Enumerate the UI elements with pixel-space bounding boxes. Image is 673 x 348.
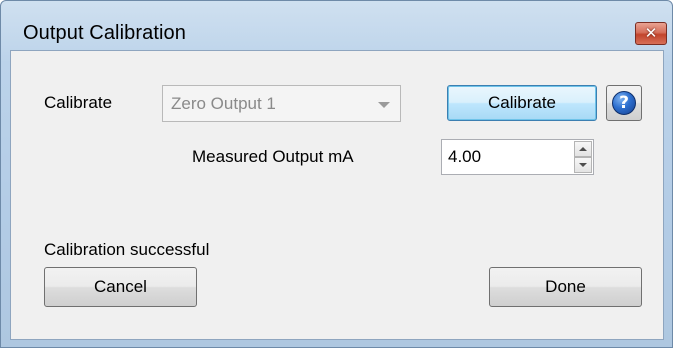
output-select-value: Zero Output 1 <box>171 94 276 113</box>
cancel-button-label: Cancel <box>94 277 147 296</box>
done-button-label: Done <box>545 277 586 296</box>
spin-down-icon <box>579 163 587 167</box>
dialog-body: Calibrate Zero Output 1 Calibrate ? Meas… <box>10 50 664 340</box>
done-button[interactable]: Done <box>489 267 642 307</box>
calibrate-label: Calibrate <box>44 93 113 112</box>
calibrate-button-label: Calibrate <box>487 93 557 112</box>
chevron-down-icon <box>378 102 390 108</box>
help-button[interactable]: ? <box>606 85 642 121</box>
output-calibration-dialog: Output Calibration ✕ Calibrate Zero Outp… <box>0 0 673 348</box>
calibrate-button[interactable]: Calibrate <box>447 85 597 121</box>
measured-output-label: Measured Output mA <box>192 147 354 166</box>
measured-output-stepper[interactable]: 4.00 <box>441 139 594 175</box>
spin-down-button[interactable] <box>574 157 592 173</box>
status-text: Calibration successful <box>44 240 210 259</box>
cancel-button[interactable]: Cancel <box>44 267 197 307</box>
help-icon: ? <box>612 91 636 115</box>
title-bar[interactable]: Output Calibration ✕ <box>1 1 672 45</box>
output-select[interactable]: Zero Output 1 <box>162 85 401 122</box>
measured-output-value[interactable]: 4.00 <box>448 147 481 167</box>
spin-up-icon <box>579 147 587 151</box>
spin-up-button[interactable] <box>574 141 592 157</box>
close-button[interactable]: ✕ <box>635 22 667 45</box>
spin-buttons <box>574 141 592 173</box>
window-title: Output Calibration <box>23 22 187 44</box>
close-icon: ✕ <box>644 24 658 42</box>
